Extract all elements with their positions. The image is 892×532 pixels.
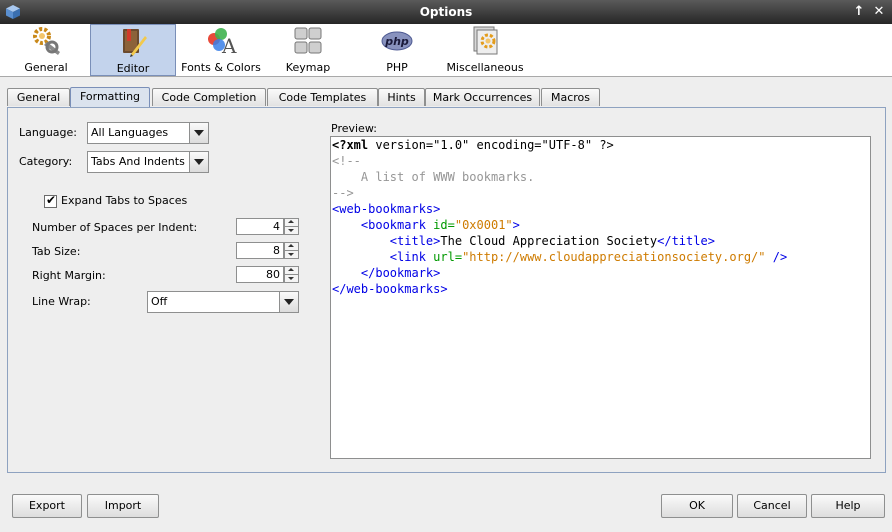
- preview-code-line: <?xml version="1.0" encoding="UTF-8" ?>: [332, 138, 614, 152]
- export-button[interactable]: Export: [12, 494, 82, 518]
- category-miscellaneous[interactable]: Miscellaneous: [442, 24, 528, 74]
- chevron-down-icon[interactable]: [279, 292, 298, 312]
- category-label: General: [24, 61, 68, 74]
- preview-code-line: <bookmark id="0x0001">: [332, 218, 520, 232]
- spin-down-icon[interactable]: [284, 274, 299, 283]
- spaces-per-indent-value[interactable]: 4: [236, 218, 284, 235]
- category-label: Category:: [19, 155, 73, 168]
- category-label: Fonts & Colors: [181, 61, 261, 74]
- tab-general[interactable]: General: [7, 88, 70, 106]
- code-token: </bookmark>: [332, 266, 441, 280]
- svg-text:A: A: [221, 34, 237, 57]
- code-token: url=: [433, 250, 463, 264]
- chevron-down-icon[interactable]: [189, 152, 208, 172]
- chevron-down-icon[interactable]: [189, 123, 208, 143]
- code-token: "0x0001": [454, 218, 513, 232]
- right-margin-spinner[interactable]: 80: [236, 266, 299, 283]
- line-wrap-label: Line Wrap:: [32, 295, 91, 308]
- spin-down-icon[interactable]: [284, 250, 299, 259]
- tab-size-spinner[interactable]: 8: [236, 242, 299, 259]
- misc-icon: [473, 26, 498, 55]
- right-margin-label: Right Margin:: [32, 269, 106, 282]
- ok-button[interactable]: OK: [661, 494, 733, 518]
- tab-size-label: Tab Size:: [32, 245, 81, 258]
- expand-tabs-checkbox[interactable]: ✔: [44, 193, 57, 208]
- preview-code-line: <web-bookmarks>: [332, 202, 440, 216]
- tab-mark-occurrences[interactable]: Mark Occurrences: [425, 88, 540, 106]
- php-icon: php: [381, 31, 413, 51]
- code-token: -->: [332, 186, 354, 200]
- fonts-colors-icon: A: [208, 28, 237, 57]
- code-token: <!--: [332, 154, 361, 168]
- tab-code-templates[interactable]: Code Templates: [267, 88, 378, 106]
- code-token: <?xml: [332, 138, 369, 152]
- tab-size-value[interactable]: 8: [236, 242, 284, 259]
- preview-code-line: -->: [332, 186, 354, 200]
- language-value: All Languages: [91, 126, 169, 139]
- code-token: The Cloud Appreciation Society: [440, 234, 658, 248]
- close-icon[interactable]: ✕: [870, 3, 888, 21]
- preview-code-line: <link url="http://www.cloudappreciations…: [332, 250, 787, 264]
- category-label: Keymap: [285, 61, 331, 74]
- code-token: id=: [433, 218, 455, 232]
- preview-label: Preview:: [331, 122, 377, 135]
- category-value: Tabs And Indents: [91, 155, 185, 168]
- category-label: PHP: [386, 61, 408, 74]
- code-token: version="1.0" encoding="UTF-8" ?>: [368, 138, 614, 152]
- tab-hints[interactable]: Hints: [378, 88, 425, 106]
- maximize-icon[interactable]: ↑: [850, 3, 868, 21]
- spaces-per-indent-label: Number of Spaces per Indent:: [32, 221, 198, 234]
- category-keymap[interactable]: Keymap: [276, 24, 340, 74]
- right-margin-value[interactable]: 80: [236, 266, 284, 283]
- line-wrap-combo[interactable]: Off: [147, 291, 299, 313]
- category-php[interactable]: php PHP: [365, 24, 429, 74]
- code-token: <link: [332, 250, 434, 264]
- line-wrap-value: Off: [151, 295, 168, 308]
- preview-code-line: </bookmark>: [332, 266, 440, 280]
- preview-code-line: A list of WWW bookmarks.: [332, 170, 534, 184]
- tab-code-completion[interactable]: Code Completion: [152, 88, 266, 106]
- category-toolbar: General Editor A Fonts & Colors Keymap p…: [0, 24, 892, 77]
- preview-code-line: </web-bookmarks>: [332, 282, 448, 296]
- help-button[interactable]: Help: [811, 494, 885, 518]
- category-editor[interactable]: Editor: [90, 24, 176, 76]
- category-label: Miscellaneous: [446, 61, 524, 74]
- import-button[interactable]: Import: [87, 494, 159, 518]
- code-token: </web-bookmarks>: [332, 282, 448, 296]
- category-combo[interactable]: Tabs And Indents: [87, 151, 209, 173]
- code-token: </title>: [657, 234, 715, 248]
- spaces-per-indent-spinner[interactable]: 4: [236, 218, 299, 235]
- svg-text:php: php: [384, 35, 409, 48]
- code-token: />: [765, 250, 788, 264]
- gears-icon: [33, 27, 60, 55]
- preview-pane[interactable]: <?xml version="1.0" encoding="UTF-8" ?> <…: [330, 136, 871, 459]
- code-token: <web-bookmarks>: [332, 202, 441, 216]
- category-label: Editor: [116, 62, 150, 75]
- category-fonts-colors[interactable]: A Fonts & Colors: [180, 24, 262, 74]
- title-bar: Options ↑ ✕: [0, 0, 892, 24]
- code-token: >: [512, 218, 520, 232]
- spin-down-icon[interactable]: [284, 226, 299, 235]
- code-token: <title>: [332, 234, 441, 248]
- book-pen-icon: [123, 29, 147, 57]
- language-combo[interactable]: All Languages: [87, 122, 209, 144]
- expand-tabs-label: Expand Tabs to Spaces: [61, 194, 188, 207]
- category-general[interactable]: General: [14, 24, 78, 74]
- window-title: Options: [419, 5, 473, 19]
- tab-macros[interactable]: Macros: [541, 88, 600, 106]
- code-token: A list of WWW bookmarks.: [332, 170, 535, 184]
- tab-formatting[interactable]: Formatting: [70, 87, 150, 107]
- code-token: "http://www.cloudappreciationsociety.org…: [462, 250, 766, 264]
- formatting-panel: Language: All Languages Category: Tabs A…: [7, 107, 886, 473]
- preview-code-line: <!--: [332, 154, 361, 168]
- cancel-button[interactable]: Cancel: [737, 494, 807, 518]
- language-label: Language:: [19, 126, 77, 139]
- checkmark-icon: ✔: [46, 193, 57, 207]
- keyboard-icon: [294, 27, 322, 54]
- preview-code-line: <title>The Cloud Appreciation Society</t…: [332, 234, 715, 248]
- code-token: <bookmark: [332, 218, 434, 232]
